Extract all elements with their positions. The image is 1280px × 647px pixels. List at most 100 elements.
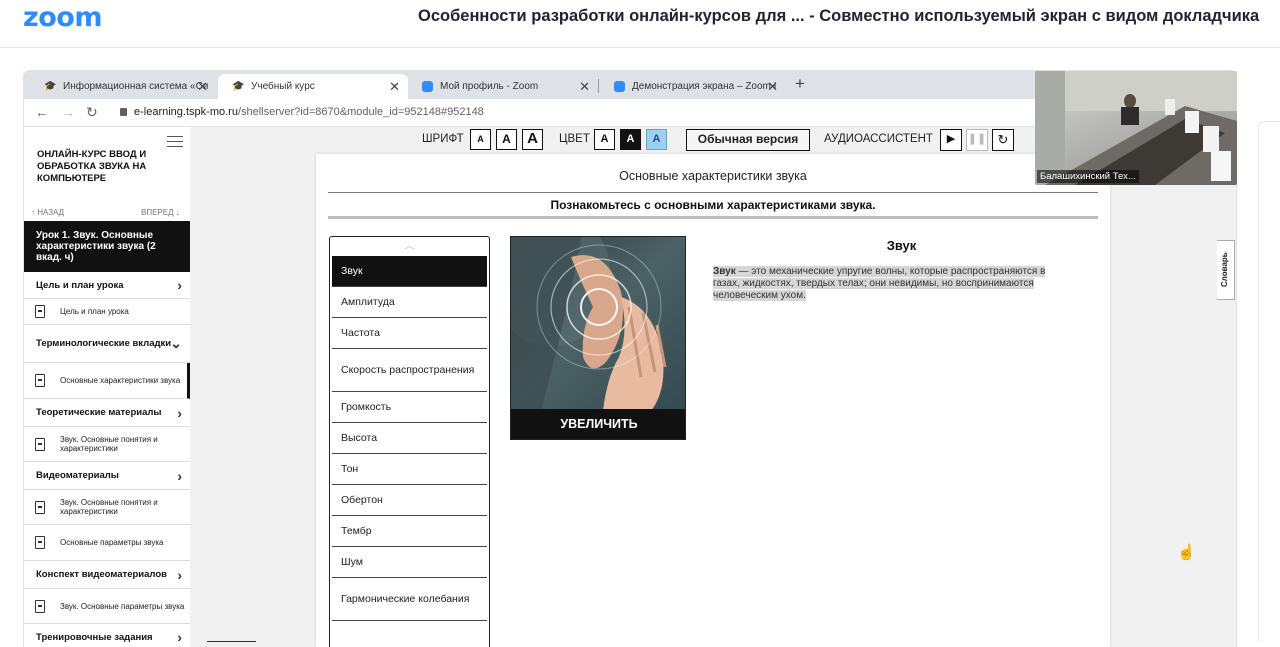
page-title: Основные характеристики звука bbox=[619, 169, 807, 183]
sidebar-section-terms[interactable]: Терминологические вкладки ⌄ bbox=[24, 325, 190, 363]
sidebar-section-goal[interactable]: Цель и план урока › bbox=[24, 272, 190, 299]
video-frame bbox=[1035, 71, 1237, 185]
color-white-button[interactable]: A bbox=[594, 129, 615, 150]
term-item-oberton[interactable]: Обертон bbox=[332, 485, 487, 516]
definition-text: Звук — это механические упругие волны, к… bbox=[713, 266, 1058, 302]
color-blue-button[interactable]: A bbox=[646, 129, 667, 150]
sidebar-item-sound-characteristics[interactable]: Основные характеристики звука bbox=[24, 363, 190, 399]
term-item-chastota[interactable]: Частота bbox=[332, 318, 487, 349]
chevron-right-icon: › bbox=[177, 467, 182, 484]
close-icon[interactable]: ✕ bbox=[389, 79, 400, 95]
tab-info-system[interactable]: 🎓 Информационная система «Си ✕ bbox=[30, 74, 216, 99]
section-label: Тренировочные задания bbox=[36, 631, 153, 643]
term-item-zvuk[interactable]: Звук bbox=[332, 256, 487, 287]
chevron-right-icon: › bbox=[177, 566, 182, 583]
meeting-title: Особенности разработки онлайн-курсов для… bbox=[418, 7, 1260, 25]
menu-icon[interactable] bbox=[167, 136, 183, 147]
ear-illustration bbox=[511, 237, 667, 411]
page-subtitle: Познакомьтесь с основными характеристика… bbox=[550, 198, 876, 212]
document-icon bbox=[35, 305, 45, 318]
sidebar-item-video-params[interactable]: Основные параметры звука bbox=[24, 525, 190, 561]
lesson-title[interactable]: Урок 1. Звук. Основные характеристики зв… bbox=[24, 221, 190, 272]
back-link[interactable]: ↑ НАЗАД bbox=[31, 208, 64, 217]
course-title: ОНЛАЙН-КУРС ВВОД И ОБРАБОТКА ЗВУКА НА КО… bbox=[37, 149, 147, 184]
sidebar-section-video[interactable]: Видеоматериалы › bbox=[24, 462, 190, 490]
enlarge-button[interactable]: УВЕЛИЧИТЬ bbox=[511, 409, 685, 439]
term-item-ton[interactable]: Тон bbox=[332, 454, 487, 485]
section-label: Конспект видеоматериалов bbox=[36, 569, 167, 580]
divider bbox=[328, 216, 1098, 219]
item-label: Звук. Основные понятия и характеристики bbox=[60, 435, 158, 453]
audio-assistant-label: АУДИОАССИСТЕНТ bbox=[824, 133, 933, 145]
chevron-right-icon: › bbox=[177, 629, 182, 645]
font-label: ШРИФТ bbox=[422, 133, 464, 145]
ear-image[interactable]: УВЕЛИЧИТЬ bbox=[510, 236, 686, 440]
graduation-cap-icon: 🎓 bbox=[232, 80, 245, 92]
term-item-vysota[interactable]: Высота bbox=[332, 423, 487, 454]
tab-label: Учебный курс bbox=[251, 81, 315, 92]
tab-course[interactable]: 🎓 Учебный курс ✕ bbox=[218, 74, 408, 99]
definition-body: — это механические упругие волны, которы… bbox=[713, 266, 1046, 301]
sidebar-item-video-sound[interactable]: Звук. Основные понятия и характеристики bbox=[24, 490, 190, 525]
url-field[interactable]: e-learning.tspk-mo.ru/shellserver?id=867… bbox=[134, 106, 484, 118]
definition-title: Звук bbox=[886, 238, 917, 253]
restart-icon[interactable]: ↻ bbox=[992, 129, 1014, 151]
tab-label: Демонстрация экрана – Zoom I bbox=[632, 81, 777, 92]
chevron-down-icon: ⌄ bbox=[170, 335, 182, 351]
back-arrow-icon[interactable]: ← bbox=[35, 104, 49, 120]
font-size-medium-button[interactable]: A bbox=[496, 129, 517, 150]
tab-zoom-demo[interactable]: Демонстрация экрана – Zoom I ✕ bbox=[600, 74, 786, 99]
side-panel-edge bbox=[1258, 121, 1280, 641]
tab-label: Информационная система «Си bbox=[63, 81, 209, 92]
graduation-cap-icon: 🎓 bbox=[44, 80, 57, 92]
document-icon bbox=[35, 374, 45, 387]
new-tab-button[interactable]: + bbox=[795, 74, 805, 94]
sidebar-item-summary-params[interactable]: Звук. Основные параметры звука bbox=[24, 589, 190, 624]
divider bbox=[207, 641, 256, 647]
tab-zoom-profile[interactable]: Мой профиль - Zoom ✕ bbox=[408, 74, 598, 99]
forward-link[interactable]: ВПЕРЕД ↓ bbox=[141, 208, 180, 217]
color-black-button[interactable]: A bbox=[620, 129, 641, 150]
pause-icon[interactable]: ❚❚ bbox=[966, 129, 988, 151]
term-item-amplituda[interactable]: Амплитуда bbox=[332, 287, 487, 318]
divider bbox=[328, 192, 1098, 193]
lesson-content: Основные характеристики звука Познакомьт… bbox=[316, 154, 1110, 647]
play-icon[interactable]: ▶ bbox=[940, 129, 962, 151]
sidebar-item-theory-sound[interactable]: Звук. Основные понятия и характеристики bbox=[24, 427, 190, 462]
term-item-gromkost[interactable]: Громкость bbox=[332, 392, 487, 423]
chevron-up-icon[interactable]: ︿ bbox=[330, 237, 489, 256]
section-label: Терминологические вкладки bbox=[36, 338, 172, 349]
item-label: Основные параметры звука bbox=[60, 538, 164, 547]
term-item-tembr[interactable]: Тембр bbox=[332, 516, 487, 547]
definition-term: Звук bbox=[713, 266, 736, 277]
chevron-right-icon: › bbox=[177, 404, 182, 421]
sidebar-section-training[interactable]: Тренировочные задания › bbox=[24, 624, 190, 647]
font-size-small-button[interactable]: A bbox=[470, 129, 491, 150]
forward-arrow-icon[interactable]: → bbox=[61, 104, 75, 120]
presenter-video[interactable]: Балашихинский Тех... bbox=[1035, 71, 1237, 185]
tab-separator bbox=[598, 79, 599, 93]
term-item-garmonicheskie[interactable]: Гармонические колебания bbox=[332, 578, 487, 621]
sidebar-section-theory[interactable]: Теоретические материалы › bbox=[24, 399, 190, 427]
accessibility-toolbar: ШРИФТ A A A ЦВЕТ A A A Обычная версия АУ… bbox=[316, 127, 1036, 154]
document-icon bbox=[35, 500, 45, 514]
chevron-right-icon: › bbox=[177, 277, 182, 293]
page-viewport: ОНЛАЙН-КУРС ВВОД И ОБРАБОТКА ЗВУКА НА КО… bbox=[24, 127, 1236, 647]
term-item-skorost[interactable]: Скорость распространения bbox=[332, 349, 487, 392]
close-icon[interactable]: ✕ bbox=[767, 79, 778, 95]
document-icon bbox=[35, 536, 45, 549]
section-label: Видеоматериалы bbox=[36, 470, 119, 481]
reload-icon[interactable]: ↻ bbox=[86, 104, 98, 121]
font-size-large-button[interactable]: A bbox=[522, 129, 543, 150]
item-label: Звук. Основные понятия и характеристики bbox=[60, 498, 158, 516]
item-label: Основные характеристики звука bbox=[60, 376, 181, 385]
close-icon[interactable]: ✕ bbox=[197, 79, 208, 95]
sidebar-section-summary[interactable]: Конспект видеоматериалов › bbox=[24, 561, 190, 589]
term-item-shum[interactable]: Шум bbox=[332, 547, 487, 578]
dictionary-tab[interactable]: Словарь bbox=[1217, 240, 1235, 300]
item-label: Цель и план урока bbox=[60, 307, 129, 316]
close-icon[interactable]: ✕ bbox=[579, 79, 590, 95]
sidebar-item-goal[interactable]: Цель и план урока bbox=[24, 299, 190, 325]
tab-label: Мой профиль - Zoom bbox=[440, 81, 539, 92]
normal-version-button[interactable]: Обычная версия bbox=[686, 129, 810, 151]
